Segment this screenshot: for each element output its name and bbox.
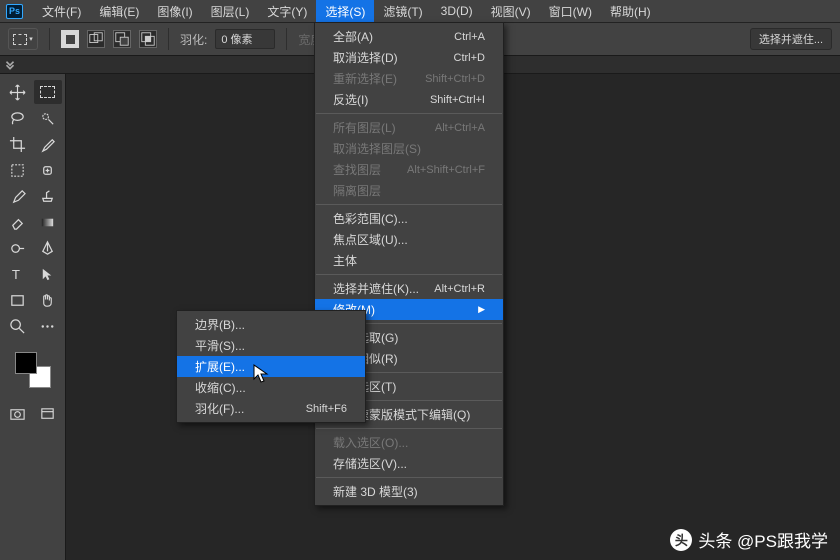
menu-item: 所有图层(L)Alt+Ctrl+A [315, 117, 503, 138]
menu-image[interactable]: 图像(I) [148, 0, 201, 23]
eraser-tool[interactable] [4, 210, 32, 234]
menu-view[interactable]: 视图(V) [482, 0, 540, 23]
menu-item[interactable]: 新建 3D 模型(3) [315, 481, 503, 502]
lasso-tool[interactable] [4, 106, 32, 130]
watermark-icon: 头 [670, 529, 692, 551]
menu-item: 查找图层Alt+Shift+Ctrl+F [315, 159, 503, 180]
menu-item: 取消选择图层(S) [315, 138, 503, 159]
crop-tool[interactable] [4, 132, 32, 156]
menu-filter[interactable]: 滤镜(T) [374, 0, 431, 23]
watermark-text: 头条 @PS跟我学 [698, 527, 828, 552]
menubar: Ps 文件(F) 编辑(E) 图像(I) 图层(L) 文字(Y) 选择(S) 滤… [0, 0, 840, 22]
menu-window[interactable]: 窗口(W) [540, 0, 601, 23]
pen-tool[interactable] [34, 236, 62, 260]
selection-new-icon[interactable] [61, 30, 79, 48]
menu-help[interactable]: 帮助(H) [601, 0, 660, 23]
menu-layer[interactable]: 图层(L) [202, 0, 259, 23]
menu-item[interactable]: 焦点区域(U)... [315, 229, 503, 250]
menu-item: 载入选区(O)... [315, 432, 503, 453]
screen-mode-tool[interactable] [34, 402, 62, 426]
eyedropper-tool[interactable] [34, 132, 62, 156]
cursor-icon [253, 364, 269, 384]
marquee-preset-icon [13, 34, 27, 45]
edit-toolbar[interactable] [34, 314, 62, 338]
quick-mask-tool[interactable] [4, 402, 32, 426]
menu-item[interactable]: 全部(A)Ctrl+A [315, 26, 503, 47]
zoom-tool[interactable] [4, 314, 32, 338]
selection-intersect-icon[interactable] [139, 30, 157, 48]
select-menu-dropdown: 全部(A)Ctrl+A取消选择(D)Ctrl+D重新选择(E)Shift+Ctr… [314, 22, 504, 506]
tab-expand-icon[interactable] [3, 56, 17, 72]
menu-item[interactable]: 存储选区(V)... [315, 453, 503, 474]
hand-tool[interactable] [34, 288, 62, 312]
menu-item[interactable]: 反选(I)Shift+Ctrl+I [315, 89, 503, 110]
submenu-item[interactable]: 平滑(S)... [177, 335, 365, 356]
brush-tool[interactable] [4, 184, 32, 208]
submenu-item[interactable]: 边界(B)... [177, 314, 365, 335]
feather-input[interactable] [215, 29, 275, 49]
submenu-item[interactable]: 羽化(F)...Shift+F6 [177, 398, 365, 419]
selection-add-icon[interactable] [87, 30, 105, 48]
feather-label: 羽化: [180, 31, 207, 48]
menu-file[interactable]: 文件(F) [33, 0, 90, 23]
menu-3d[interactable]: 3D(D) [432, 1, 482, 21]
selection-subtract-icon[interactable] [113, 30, 131, 48]
shape-tool[interactable] [4, 288, 32, 312]
svg-text:T: T [12, 267, 20, 282]
gradient-tool[interactable] [34, 210, 62, 234]
app-icon: Ps [6, 4, 23, 19]
quick-select-tool[interactable] [34, 106, 62, 130]
menu-item[interactable]: 色彩范围(C)... [315, 208, 503, 229]
dodge-tool[interactable] [4, 236, 32, 260]
menu-item: 重新选择(E)Shift+Ctrl+D [315, 68, 503, 89]
submenu-item[interactable]: 收缩(C)... [177, 377, 365, 398]
type-tool[interactable]: T [4, 262, 32, 286]
foreground-color[interactable] [15, 352, 37, 374]
menu-item[interactable]: 选择并遮住(K)...Alt+Ctrl+R [315, 278, 503, 299]
menu-item: 隔离图层 [315, 180, 503, 201]
path-select-tool[interactable] [34, 262, 62, 286]
marquee-tool[interactable] [34, 80, 62, 104]
modify-submenu: 边界(B)...平滑(S)...扩展(E)...收缩(C)...羽化(F)...… [176, 310, 366, 423]
submenu-item[interactable]: 扩展(E)... [177, 356, 365, 377]
menu-edit[interactable]: 编辑(E) [90, 0, 148, 23]
menu-select[interactable]: 选择(S) [316, 0, 374, 23]
menu-type[interactable]: 文字(Y) [258, 0, 316, 23]
menu-item[interactable]: 取消选择(D)Ctrl+D [315, 47, 503, 68]
tool-preset-button[interactable]: ▾ [8, 28, 38, 50]
color-swatch[interactable] [15, 352, 51, 388]
tools-panel: T [0, 74, 66, 560]
clone-stamp-tool[interactable] [34, 184, 62, 208]
menu-item[interactable]: 主体 [315, 250, 503, 271]
select-and-mask-button[interactable]: 选择并遮住... [750, 28, 832, 50]
spot-heal-tool[interactable] [34, 158, 62, 182]
move-tool[interactable] [4, 80, 32, 104]
frame-tool[interactable] [4, 158, 32, 182]
watermark: 头 头条 @PS跟我学 [670, 527, 828, 552]
